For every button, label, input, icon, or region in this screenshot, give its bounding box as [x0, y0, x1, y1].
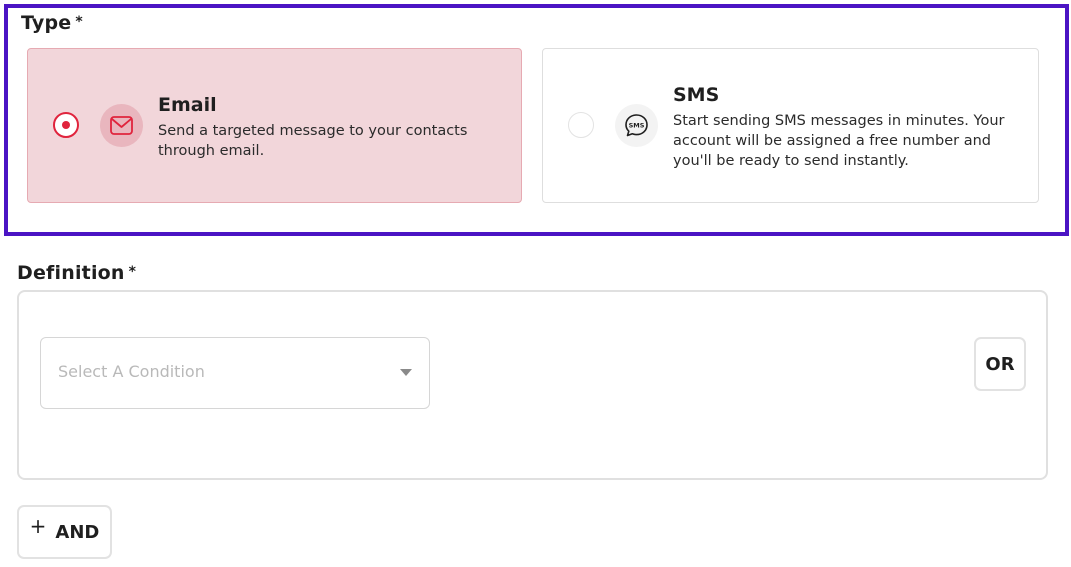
type-label-text: Type	[21, 12, 72, 34]
envelope-icon	[100, 104, 143, 147]
email-radio[interactable]	[53, 112, 79, 138]
definition-label: Definition *	[17, 262, 136, 284]
email-title: Email	[158, 94, 217, 116]
or-button[interactable]: OR	[974, 337, 1026, 391]
definition-box: Select A Condition OR	[17, 290, 1048, 480]
definition-label-text: Definition	[17, 262, 125, 284]
sms-title: SMS	[673, 84, 720, 106]
required-mark: *	[128, 264, 137, 280]
sms-description: Start sending SMS messages in minutes. Y…	[673, 113, 1005, 169]
add-and-button[interactable]: + AND	[17, 505, 112, 559]
sms-radio[interactable]	[568, 112, 594, 138]
required-mark: *	[75, 14, 83, 30]
type-label: Type *	[21, 12, 83, 34]
sms-icon-text: SMS	[629, 121, 645, 129]
or-button-label: OR	[985, 353, 1015, 375]
and-button-label: AND	[55, 521, 100, 543]
email-description: Send a targeted message to your contacts…	[158, 123, 468, 159]
type-section-highlight: Type * Email Send a targeted message to y…	[4, 4, 1069, 236]
condition-select-placeholder: Select A Condition	[58, 362, 205, 381]
condition-select[interactable]: Select A Condition	[40, 337, 430, 409]
plus-icon: +	[29, 514, 47, 538]
type-option-sms[interactable]: SMS SMS Start sending SMS messages in mi…	[542, 48, 1039, 203]
sms-bubble-icon: SMS	[615, 104, 658, 147]
caret-down-icon	[400, 369, 412, 376]
type-option-email[interactable]: Email Send a targeted message to your co…	[27, 48, 522, 203]
